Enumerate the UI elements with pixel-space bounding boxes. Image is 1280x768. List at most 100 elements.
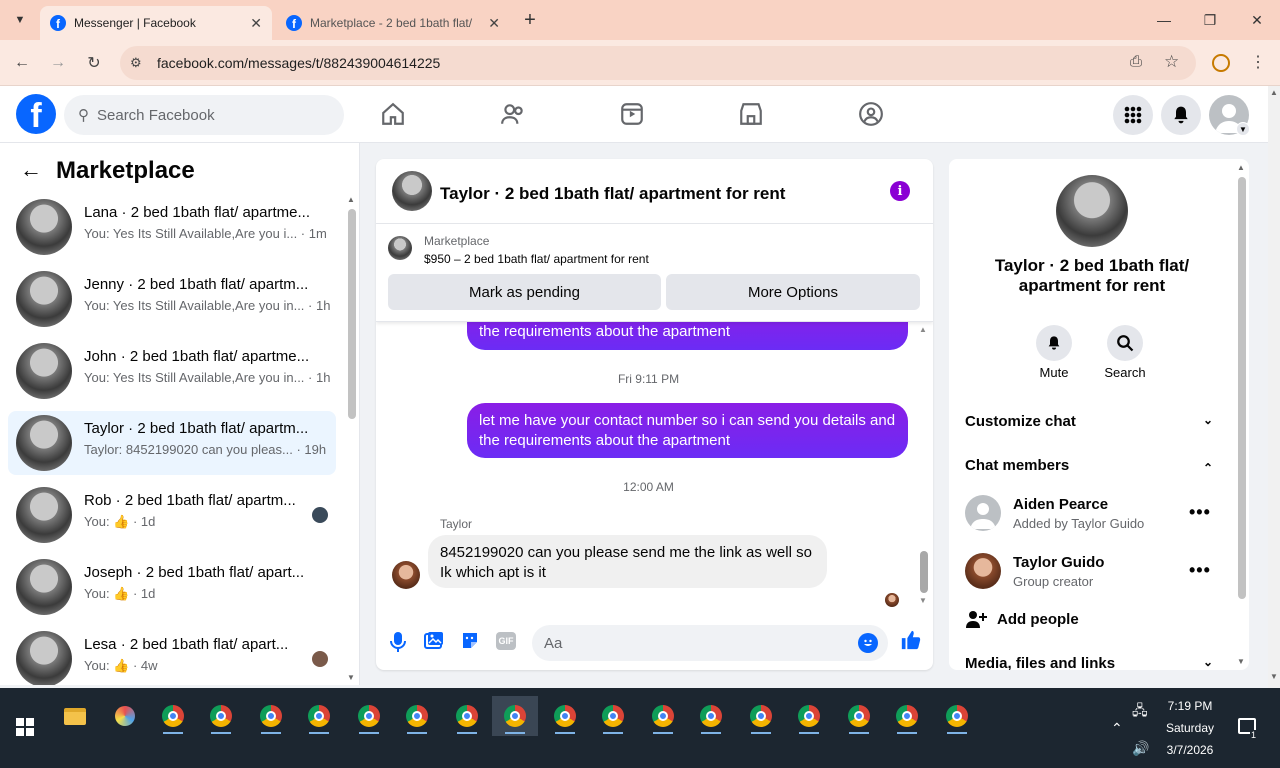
friends-icon[interactable] — [495, 96, 531, 132]
install-app-icon[interactable]: ⎙ — [1130, 53, 1142, 70]
taskbar-date[interactable]: 3/7/2026 — [1160, 743, 1220, 757]
panel-scroll-down-arrow[interactable]: ▼ — [1237, 657, 1245, 666]
site-info-icon[interactable]: ⚙ — [130, 55, 142, 71]
conversation-item-jenny[interactable]: Jenny · 2 bed 1bath flat/ apartm... You:… — [8, 267, 336, 331]
paint-icon[interactable] — [102, 696, 148, 736]
video-icon[interactable] — [614, 96, 650, 132]
customize-chat-row[interactable]: Customize chat ⌄ — [965, 413, 1225, 430]
scroll-up-arrow[interactable]: ▲ — [347, 195, 355, 204]
windows-start-icon[interactable] — [16, 718, 34, 741]
member-options-icon[interactable]: ••• — [1189, 560, 1211, 581]
info-icon[interactable]: i — [890, 181, 910, 201]
media-files-links-row[interactable]: Media, files and links ⌄ — [965, 655, 1225, 670]
member-name[interactable]: Taylor Guido — [1013, 554, 1104, 571]
photo-icon[interactable] — [424, 631, 444, 656]
close-tab-icon[interactable]: ✕ — [250, 15, 262, 32]
chrome-window-icon[interactable] — [542, 696, 588, 736]
page-scroll-up-arrow[interactable]: ▲ — [1270, 88, 1278, 97]
chat-scrollbar[interactable] — [920, 551, 928, 593]
details-scrollbar[interactable] — [1238, 177, 1246, 599]
notifications-bell-icon[interactable] — [1161, 95, 1201, 135]
back-button[interactable]: ← — [8, 49, 36, 77]
taylor-avatar[interactable] — [392, 561, 420, 589]
back-arrow-icon[interactable]: ← — [20, 157, 42, 183]
more-options-button[interactable]: More Options — [666, 274, 920, 310]
listing-title[interactable]: $950 – 2 bed 1bath flat/ apartment for r… — [424, 252, 649, 266]
scroll-down-arrow[interactable]: ▼ — [347, 673, 355, 682]
restore-button[interactable]: ❐ — [1187, 0, 1233, 40]
chat-scroll-up-arrow[interactable]: ▲ — [919, 325, 927, 334]
chrome-window-icon[interactable] — [640, 696, 686, 736]
conversation-item-taylor[interactable]: Taylor · 2 bed 1bath flat/ apartm... Tay… — [8, 411, 336, 475]
chrome-window-icon[interactable] — [688, 696, 734, 736]
chrome-window-icon[interactable] — [444, 696, 490, 736]
tab-messenger[interactable]: f Messenger | Facebook ✕ — [40, 6, 272, 40]
chrome-window-icon[interactable] — [884, 696, 930, 736]
search-facebook-input[interactable]: ⚲ Search Facebook — [64, 95, 344, 135]
minimize-button[interactable]: — — [1141, 0, 1187, 40]
member-aiden-avatar[interactable] — [965, 495, 1001, 531]
conversation-item-joseph[interactable]: Joseph · 2 bed 1bath flat/ apart... You:… — [8, 555, 336, 619]
microphone-icon[interactable] — [390, 631, 406, 658]
conversation-item-rob[interactable]: Rob · 2 bed 1bath flat/ apartm... You: 👍… — [8, 483, 336, 547]
sticker-icon[interactable] — [460, 631, 480, 656]
profile-icon[interactable] — [1212, 54, 1230, 72]
address-bar[interactable]: ⚙ facebook.com/messages/t/88243900461422… — [120, 46, 1196, 80]
mute-button[interactable] — [1036, 325, 1072, 361]
tab-search-dropdown[interactable]: ▼ — [8, 10, 32, 30]
groups-icon[interactable] — [853, 96, 889, 132]
chrome-window-icon[interactable] — [296, 696, 342, 736]
chrome-window-icon[interactable] — [394, 696, 440, 736]
member-taylor-avatar[interactable] — [965, 553, 1001, 589]
chrome-window-icon[interactable] — [786, 696, 832, 736]
conversation-item-john[interactable]: John · 2 bed 1bath flat/ apartme... You:… — [8, 339, 336, 403]
search-conversation-button[interactable] — [1107, 325, 1143, 361]
taskbar-time[interactable]: 7:19 PM — [1160, 699, 1220, 713]
mark-as-pending-button[interactable]: Mark as pending — [388, 274, 661, 310]
add-people-label[interactable]: Add people — [997, 611, 1079, 628]
taskbar-day[interactable]: Saturday — [1160, 721, 1220, 735]
gif-icon[interactable]: GIF — [496, 632, 516, 650]
page-scrollbar-track[interactable] — [1268, 86, 1280, 688]
chrome-window-icon[interactable] — [738, 696, 784, 736]
chat-thumbnail[interactable] — [392, 171, 432, 211]
file-explorer-icon[interactable] — [52, 696, 98, 736]
conversation-item-lana[interactable]: Lana · 2 bed 1bath flat/ apartme... You:… — [8, 195, 336, 259]
chrome-window-icon[interactable] — [492, 696, 538, 736]
emoji-icon[interactable] — [858, 633, 878, 653]
close-tab-icon[interactable]: ✕ — [488, 15, 500, 32]
conversation-item-lesa[interactable]: Lesa · 2 bed 1bath flat/ apart... You: 👍… — [8, 627, 336, 685]
member-options-icon[interactable]: ••• — [1189, 502, 1211, 523]
marketplace-icon[interactable] — [733, 96, 769, 132]
chrome-window-icon[interactable] — [934, 696, 980, 736]
account-chevron-icon[interactable]: ▼ — [1236, 122, 1250, 136]
bookmark-star-icon[interactable]: ☆ — [1164, 52, 1179, 72]
close-window-button[interactable]: ✕ — [1234, 0, 1280, 40]
network-icon[interactable]: 🖧 — [1132, 700, 1148, 724]
chrome-window-icon[interactable] — [198, 696, 244, 736]
thumbs-up-icon[interactable] — [900, 629, 922, 656]
chrome-window-icon[interactable] — [836, 696, 882, 736]
show-hidden-icons-chevron[interactable]: ⌃ — [1111, 720, 1123, 737]
new-tab-button[interactable]: + — [518, 8, 542, 32]
volume-icon[interactable]: 🔊 — [1132, 740, 1149, 757]
chrome-window-icon[interactable] — [150, 696, 196, 736]
panel-scroll-up-arrow[interactable]: ▲ — [1237, 163, 1245, 172]
message-input[interactable]: Aa — [532, 625, 888, 661]
facebook-logo-icon[interactable]: f — [16, 94, 56, 134]
add-person-icon[interactable] — [965, 609, 987, 634]
chat-members-row[interactable]: Chat members ⌃ — [965, 457, 1225, 475]
chat-title[interactable]: Taylor · 2 bed 1bath flat/ apartment for… — [440, 184, 785, 204]
member-name[interactable]: Aiden Pearce — [1013, 496, 1108, 513]
menu-grid-icon[interactable] — [1113, 95, 1153, 135]
chrome-window-icon[interactable] — [248, 696, 294, 736]
home-icon[interactable] — [375, 96, 411, 132]
conversation-list-scrollbar[interactable] — [348, 209, 356, 419]
tab-marketplace[interactable]: f Marketplace - 2 bed 1bath flat/ ✕ — [276, 6, 510, 40]
menu-kebab-icon[interactable]: ⋮ — [1250, 52, 1266, 72]
reload-button[interactable]: ↻ — [80, 49, 108, 77]
chat-scroll-down-arrow[interactable]: ▼ — [919, 596, 927, 605]
listing-photo[interactable] — [1056, 175, 1128, 247]
chrome-window-icon[interactable] — [346, 696, 392, 736]
forward-button[interactable]: → — [44, 49, 72, 77]
